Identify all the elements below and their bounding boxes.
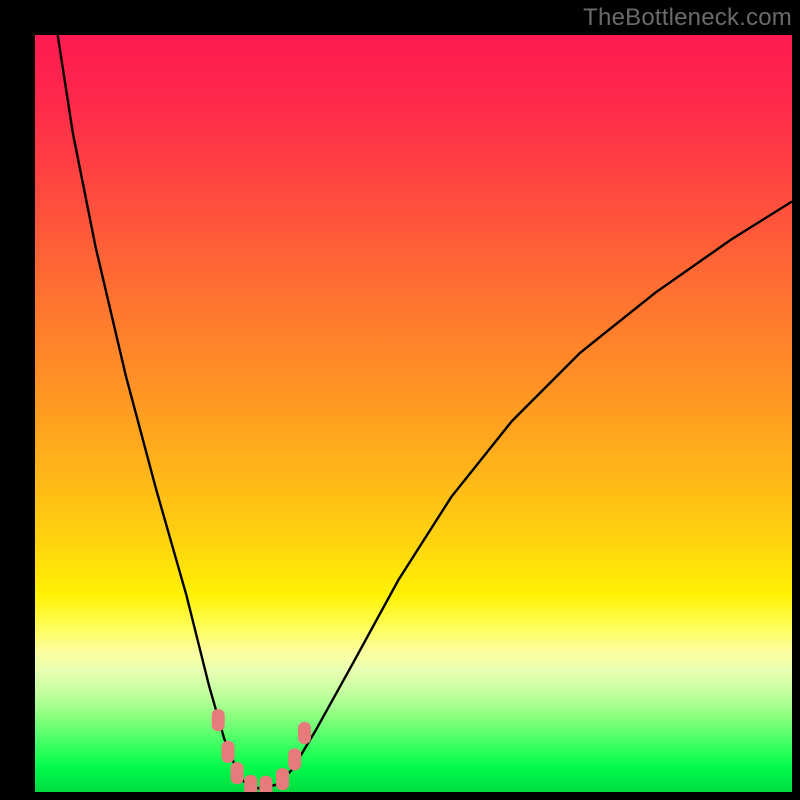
- curve-marker: [298, 722, 311, 744]
- bottleneck-curve: [58, 35, 792, 788]
- curve-marker: [276, 768, 289, 790]
- curve-marker: [244, 775, 257, 792]
- curve-marker: [288, 748, 301, 770]
- watermark-text: TheBottleneck.com: [583, 4, 792, 32]
- markers-group: [212, 709, 311, 792]
- curve-marker: [259, 776, 272, 792]
- chart-svg: [35, 35, 792, 792]
- chart-frame: TheBottleneck.com: [0, 0, 800, 800]
- curve-marker: [212, 709, 225, 731]
- plot-area: [35, 35, 792, 792]
- curve-marker: [231, 762, 244, 784]
- curve-marker: [222, 741, 235, 763]
